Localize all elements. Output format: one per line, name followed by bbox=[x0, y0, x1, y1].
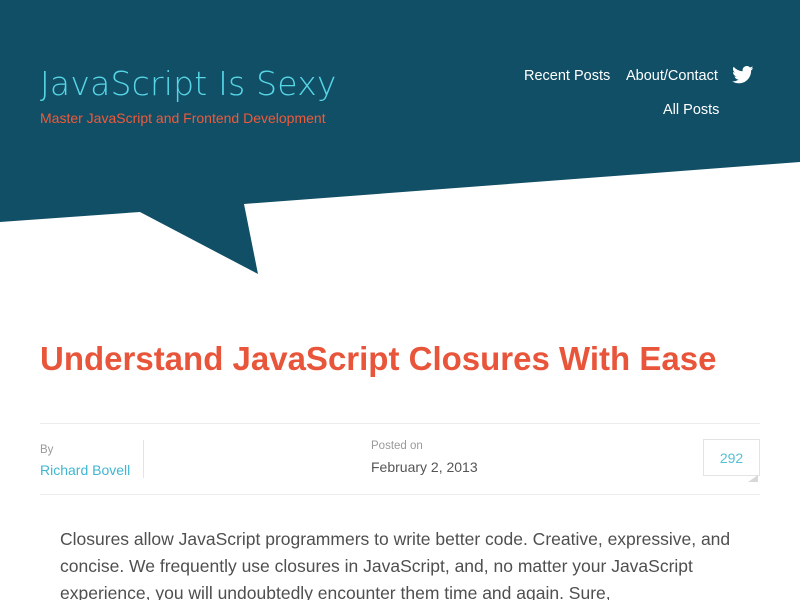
meta-divider-bottom bbox=[40, 494, 760, 495]
comment-bubble-tail-icon bbox=[748, 475, 758, 482]
by-label: By bbox=[40, 444, 54, 456]
twitter-icon[interactable] bbox=[732, 66, 754, 84]
post-title: Understand JavaScript Closures With Ease bbox=[40, 340, 717, 377]
header-banner bbox=[0, 0, 800, 274]
nav-about-contact[interactable]: About/Contact bbox=[626, 68, 718, 84]
site-title[interactable]: JavaScript Is Sexy bbox=[40, 64, 337, 103]
nav-all-posts[interactable]: All Posts bbox=[663, 102, 719, 118]
post-body-paragraph: Closures allow JavaScript programmers to… bbox=[60, 529, 731, 600]
nav-recent-posts[interactable]: Recent Posts bbox=[524, 68, 610, 84]
page: JavaScript Is Sexy Master JavaScript and… bbox=[0, 0, 800, 600]
posted-on-label: Posted on bbox=[371, 440, 423, 452]
comment-count-badge[interactable]: 292 bbox=[703, 439, 760, 476]
author-link[interactable]: Richard Bovell bbox=[40, 462, 130, 478]
site-tagline: Master JavaScript and Frontend Developme… bbox=[40, 110, 326, 126]
header-banner-shape bbox=[0, 0, 800, 274]
meta-divider-top bbox=[40, 423, 760, 424]
post-date: February 2, 2013 bbox=[371, 459, 478, 475]
meta-divider-vertical bbox=[143, 440, 144, 478]
